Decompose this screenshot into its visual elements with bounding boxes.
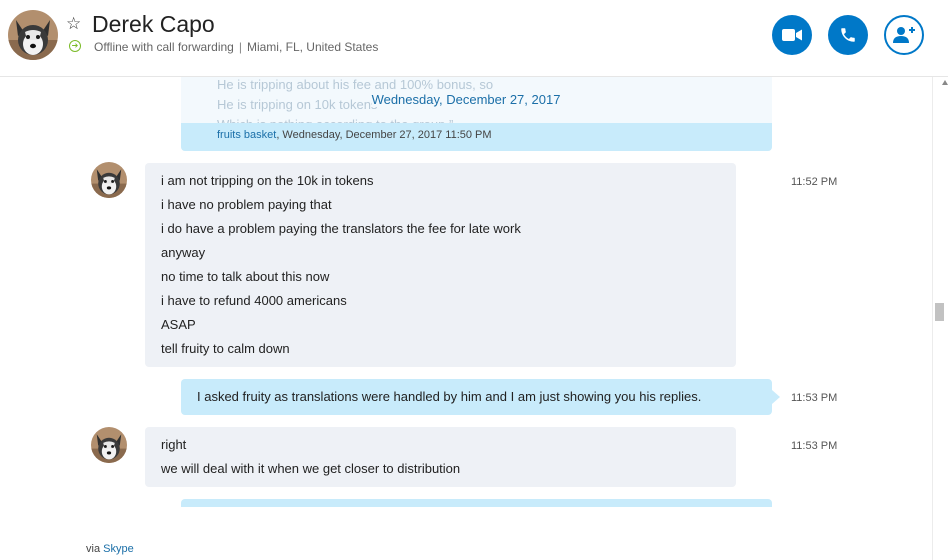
outgoing-message-bubble-partial[interactable]	[181, 499, 772, 507]
audio-call-button[interactable]	[828, 15, 868, 55]
quoted-timestamp: , Wednesday, December 27, 2017 11:50 PM	[276, 129, 492, 141]
message-text: ASAP	[161, 317, 196, 332]
contact-name[interactable]: Derek Capo	[92, 10, 215, 38]
chat-header: ☆ Derek Capo ➔ Offline with call forward…	[0, 0, 948, 77]
via-skype-footer: via Skype	[86, 543, 134, 555]
call-forwarding-icon: ➔	[69, 40, 81, 52]
quoted-sender[interactable]: fruits basket	[217, 129, 276, 141]
scroll-up-arrow-icon[interactable]	[942, 80, 948, 85]
contact-status: Offline with call forwarding	[94, 40, 234, 54]
message-text: we will deal with it when we get closer …	[161, 461, 461, 476]
scrollbar-thumb[interactable]	[935, 303, 944, 321]
outgoing-bubble-tail	[772, 390, 780, 404]
skype-link[interactable]: Skype	[103, 543, 134, 555]
favorite-star-icon[interactable]: ☆	[66, 14, 81, 34]
message-text: no time to talk about this now	[161, 269, 330, 284]
message-text: I asked fruity as translations were hand…	[197, 389, 702, 404]
via-label: via	[86, 543, 101, 555]
add-people-button[interactable]	[884, 15, 924, 55]
incoming-message-bubble[interactable]: i am not tripping on the 10k in tokens i…	[145, 163, 736, 367]
message-text: i do have a problem paying the translato…	[161, 221, 521, 236]
message-text: right	[161, 437, 187, 452]
message-timestamp: 11:53 PM	[791, 392, 838, 404]
add-person-icon	[893, 27, 915, 43]
message-text: anyway	[161, 245, 206, 260]
date-separator: Wednesday, December 27, 2017	[0, 92, 932, 107]
video-call-button[interactable]	[772, 15, 812, 55]
sender-avatar[interactable]	[91, 427, 127, 463]
message-text: i am not tripping on the 10k in tokens	[161, 173, 374, 188]
message-timestamp: 11:53 PM	[791, 440, 838, 452]
quoted-message-meta: fruits basket, Wednesday, December 27, 2…	[217, 128, 492, 142]
sender-avatar[interactable]	[91, 162, 127, 198]
contact-avatar[interactable]	[8, 10, 58, 60]
conversation-pane[interactable]: He is tripping about his fee and 100% bo…	[0, 77, 932, 560]
contact-status-row: Offline with call forwarding | Miami, FL, …	[94, 40, 378, 55]
message-timestamp: 11:52 PM	[791, 176, 838, 188]
message-text: tell fruity to calm down	[161, 341, 290, 356]
message-text: i have to refund 4000 americans	[161, 293, 347, 308]
video-camera-icon	[782, 29, 802, 41]
message-text: i have no problem paying that	[161, 197, 332, 212]
date-separator-label: Wednesday, December 27, 2017	[371, 92, 561, 107]
status-separator: |	[238, 40, 242, 54]
incoming-message-bubble[interactable]: right we will deal with it when we get c…	[145, 427, 736, 487]
outgoing-message-bubble[interactable]: I asked fruity as translations were hand…	[181, 379, 772, 415]
phone-icon	[841, 28, 855, 42]
contact-location: Miami, FL, United States	[246, 40, 379, 54]
